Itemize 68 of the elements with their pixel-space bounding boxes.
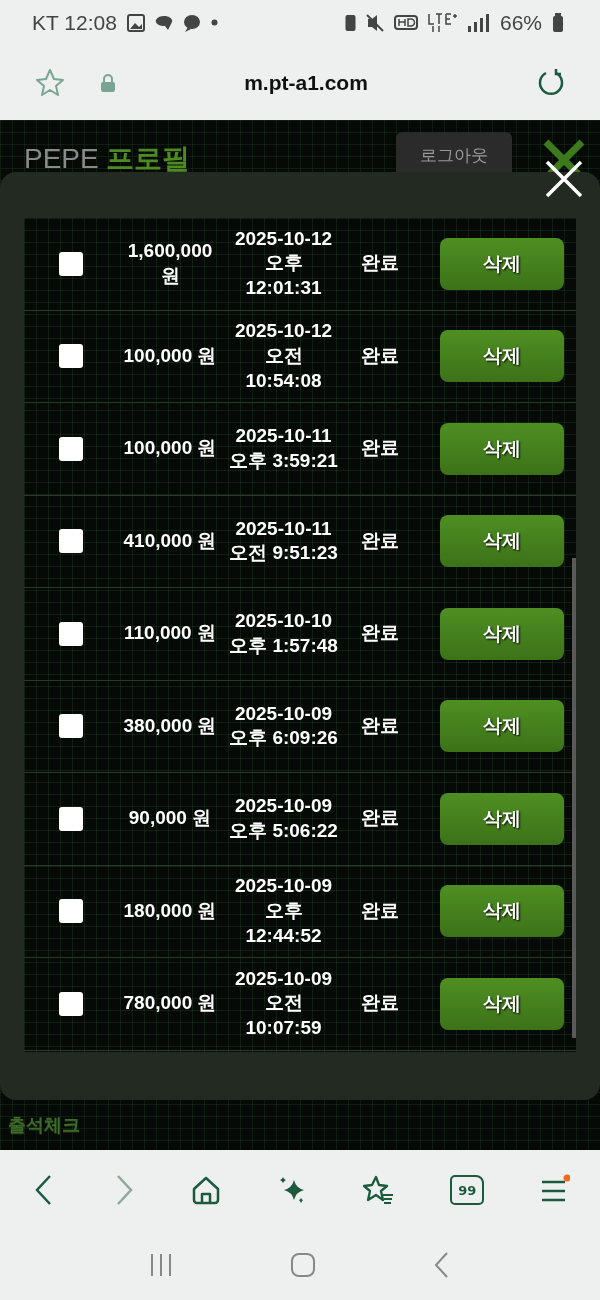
checkbox[interactable] bbox=[59, 529, 83, 554]
amount-cell: 1,600,000 원 bbox=[127, 240, 213, 286]
delete-button[interactable]: 삭제 bbox=[440, 515, 564, 568]
checkbox[interactable] bbox=[59, 344, 83, 369]
chat-bubble-icon bbox=[154, 13, 173, 32]
url-text[interactable]: m.pt-a1.com bbox=[150, 70, 462, 95]
amount-cell: 110,000 원 bbox=[124, 622, 216, 644]
amount-cell: 780,000 원 bbox=[123, 992, 217, 1014]
bookmarks-icon[interactable] bbox=[362, 1175, 395, 1205]
checkbox[interactable] bbox=[59, 899, 83, 924]
hd-icon bbox=[393, 15, 418, 30]
delete-button[interactable]: 삭제 bbox=[440, 885, 564, 938]
date-cell: 2025-10-12 오후 12:01:31 bbox=[234, 227, 333, 299]
date-cell: 2025-10-12 오전 10:54:08 bbox=[234, 320, 333, 391]
checkbox[interactable] bbox=[59, 714, 83, 739]
delete-button[interactable]: 삭제 bbox=[440, 977, 564, 1030]
image-icon bbox=[126, 13, 145, 32]
checkbox[interactable] bbox=[59, 436, 83, 461]
carrier-time: KT 12:08 bbox=[32, 10, 117, 35]
star-icon[interactable] bbox=[34, 66, 66, 99]
delete-button[interactable]: 삭제 bbox=[440, 700, 564, 753]
dot-icon bbox=[210, 19, 218, 26]
signal-icon bbox=[467, 13, 490, 32]
date-cell: 2025-10-09 오후 5:06:22 bbox=[229, 795, 338, 841]
page-title: PEPE 프로필 bbox=[24, 142, 191, 176]
attendance-badge[interactable]: 출석체크 bbox=[8, 1113, 80, 1137]
checkbox[interactable] bbox=[59, 251, 83, 276]
recent-apps-icon[interactable] bbox=[148, 1252, 174, 1278]
status-cell: 완료 bbox=[361, 807, 399, 829]
status-cell: 완료 bbox=[361, 899, 399, 921]
checkbox[interactable] bbox=[59, 806, 83, 831]
date-cell: 2025-10-11 오후 3:59:21 bbox=[229, 425, 338, 471]
lte-icon bbox=[427, 12, 458, 33]
status-cell: 완료 bbox=[361, 344, 399, 366]
date-cell: 2025-10-10 오후 1:57:48 bbox=[229, 610, 338, 656]
delete-button[interactable]: 삭제 bbox=[440, 422, 564, 475]
checkbox[interactable] bbox=[59, 991, 83, 1016]
delete-button[interactable]: 삭제 bbox=[440, 792, 564, 845]
delete-button[interactable]: 삭제 bbox=[440, 607, 564, 660]
battery-icon bbox=[552, 12, 564, 33]
status-cell: 완료 bbox=[361, 252, 399, 274]
date-cell: 2025-10-09 오후 12:44:52 bbox=[234, 875, 333, 946]
date-cell: 2025-10-09 오전 10:07:59 bbox=[234, 967, 333, 1039]
checkbox[interactable] bbox=[59, 621, 83, 646]
status-cell: 완료 bbox=[361, 992, 399, 1014]
lock-icon bbox=[100, 72, 116, 93]
amount-cell: 100,000 원 bbox=[123, 437, 217, 459]
mute-icon bbox=[365, 13, 384, 32]
reload-icon[interactable] bbox=[536, 67, 566, 98]
delete-button[interactable]: 삭제 bbox=[440, 237, 564, 290]
amount-cell: 90,000 원 bbox=[128, 807, 212, 829]
date-cell: 2025-10-09 오후 6:09:26 bbox=[229, 702, 338, 749]
amount-cell: 180,000 원 bbox=[123, 899, 217, 921]
amount-cell: 100,000 원 bbox=[123, 344, 217, 366]
amount-cell: 380,000 원 bbox=[123, 714, 217, 736]
status-cell: 완료 bbox=[361, 529, 399, 551]
date-cell: 2025-10-11 오전 9:51:23 bbox=[229, 517, 338, 564]
status-cell: 완료 bbox=[361, 714, 399, 736]
delete-button[interactable]: 삭제 bbox=[440, 330, 564, 383]
status-cell: 완료 bbox=[361, 437, 399, 459]
home-icon[interactable] bbox=[290, 1252, 316, 1278]
amount-cell: 410,000 원 bbox=[123, 529, 217, 551]
status-cell: 완료 bbox=[361, 622, 399, 644]
battery-percent: 66% bbox=[499, 10, 542, 35]
tabs-button[interactable]: 99 bbox=[450, 1175, 485, 1205]
message-icon bbox=[182, 13, 201, 32]
battery-saver-icon bbox=[344, 13, 356, 32]
home-icon[interactable] bbox=[191, 1175, 222, 1205]
